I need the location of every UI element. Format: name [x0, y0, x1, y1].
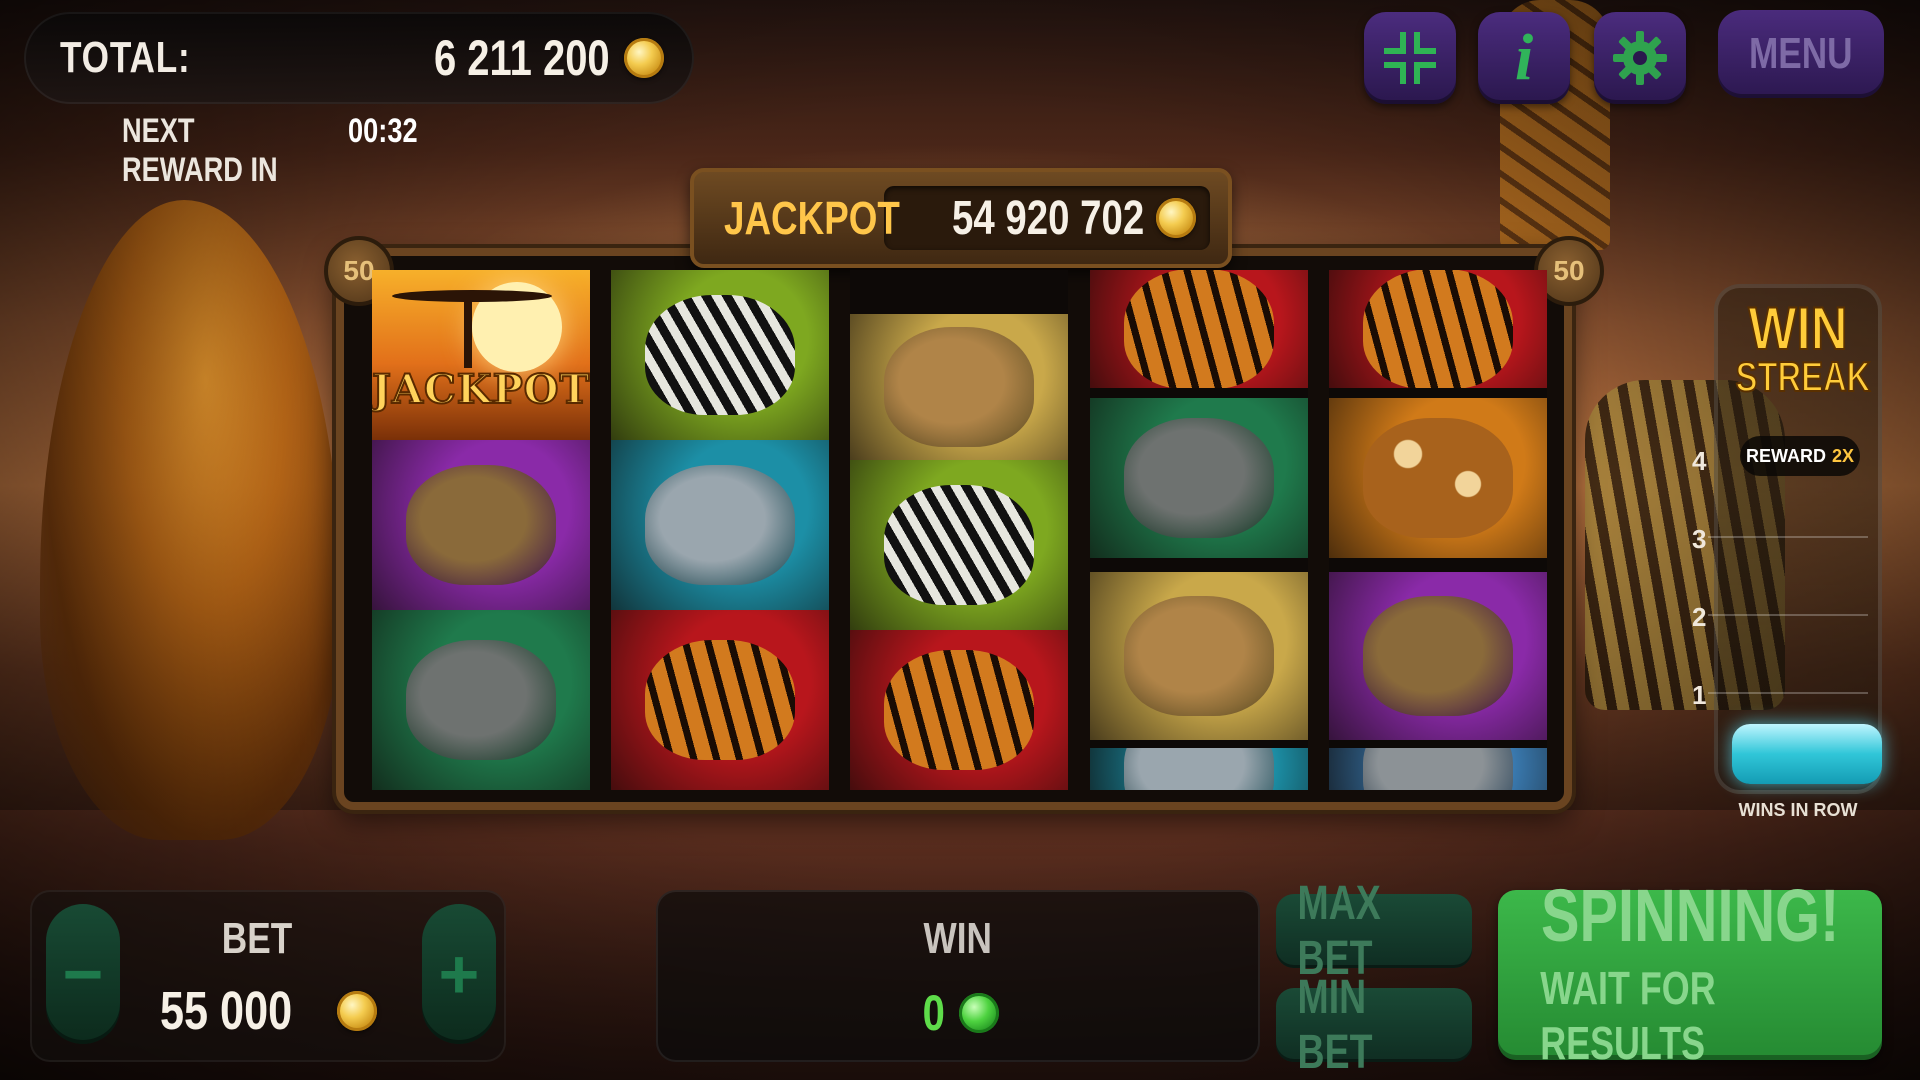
jackpot-symbol-label: JACKPOT [372, 365, 590, 414]
info-button[interactable]: i [1478, 12, 1570, 104]
reel-2 [611, 270, 829, 790]
tiger-symbol [1329, 270, 1547, 388]
win-streak-title-line1: WIN [1748, 295, 1849, 362]
streak-gridline [1708, 692, 1868, 694]
win-streak-title: WIN STREAK [1718, 295, 1878, 400]
reel-4 [1090, 270, 1308, 790]
giraffe-portrait [1363, 418, 1513, 538]
elephant-portrait [1124, 418, 1274, 538]
win-label: WIN [923, 914, 993, 963]
win-streak-meter [1732, 724, 1882, 784]
streak-tick-4: 4 [1692, 446, 1707, 476]
total-value-group: 6 211 200 [390, 29, 664, 87]
next-reward-time: 00:32 [348, 112, 418, 150]
bet-value: 55 000 [160, 981, 293, 1041]
camel-symbol [1090, 572, 1308, 740]
reward-label: REWARD [1745, 445, 1826, 466]
jackpot-label: JACKPOT [724, 192, 900, 244]
spin-button[interactable]: SPINNING! WAIT FOR RESULTS [1498, 878, 1882, 1069]
bet-label: BET [221, 914, 293, 963]
menu-button[interactable]: MENU [1718, 10, 1884, 98]
reel-1: JACKPOT [372, 270, 590, 790]
streak-tick-1: 1 [1692, 680, 1707, 710]
zebra-portrait [645, 295, 795, 415]
streak-gridline [1708, 614, 1868, 616]
zebra-symbol [850, 460, 1068, 630]
lion-portrait [1363, 596, 1513, 716]
min-bet-button[interactable]: MIN BET [1276, 971, 1472, 1079]
lion-symbol [372, 440, 590, 610]
collapse-icon [1384, 32, 1436, 84]
win-label-wrap: WIN [658, 914, 1258, 964]
reel-5 [1329, 270, 1547, 790]
reward-multiplier: 2X [1831, 445, 1855, 466]
jackpot-symbol: JACKPOT [372, 270, 590, 440]
elephant-portrait [406, 640, 556, 760]
tiger-portrait [645, 640, 795, 760]
info-icon: i [1514, 21, 1534, 94]
shark-portrait [1124, 748, 1274, 790]
total-balance-panel: TOTAL: 6 211 200 [24, 12, 694, 104]
streak-tick-3: 3 [1692, 524, 1707, 554]
tiger-symbol [1090, 270, 1308, 388]
increase-bet-button[interactable]: + [422, 904, 496, 1044]
spin-subtitle: WAIT FOR RESULTS [1540, 961, 1716, 1069]
total-value: 6 211 200 [434, 30, 610, 86]
gear-icon [1613, 31, 1667, 85]
win-panel: WIN 0 [656, 890, 1260, 1062]
green-chip-icon [958, 993, 999, 1033]
total-label: TOTAL: [60, 33, 191, 82]
fullscreen-toggle-button[interactable] [1364, 12, 1456, 104]
elephant-symbol [372, 610, 590, 790]
bet-panel: − BET 55 000 + [30, 890, 506, 1062]
gold-coin-icon [624, 38, 664, 78]
lion-symbol [1329, 572, 1547, 740]
tiger-symbol [611, 610, 829, 790]
min-bet-label: MIN BET [1297, 971, 1373, 1079]
acacia-tree [392, 290, 552, 302]
menu-label: MENU [1749, 29, 1853, 78]
lion-portrait [406, 465, 556, 585]
giraffe-symbol [1329, 398, 1547, 558]
background-lion [40, 200, 340, 840]
win-value-group: 0 [658, 984, 1258, 1042]
next-reward-timer: NEXT REWARD IN 00:32 [122, 112, 435, 190]
shark-portrait [645, 465, 795, 585]
shark-symbol [1090, 748, 1308, 790]
bet-value-group: 55 000 [160, 980, 378, 1042]
wins-in-row-label: WINS IN ROW [1738, 800, 1858, 820]
elephant-symbol [1090, 398, 1308, 558]
zebra-symbol [611, 270, 829, 440]
zebra-portrait [884, 485, 1034, 605]
tiger-portrait [884, 650, 1034, 770]
settings-button[interactable] [1594, 12, 1686, 104]
win-streak-title-line2: STREAK [1735, 353, 1871, 400]
reward-multiplier-badge: REWARD 2X [1740, 436, 1860, 476]
next-reward-label: NEXT REWARD IN [122, 112, 278, 189]
rhino-symbol [1329, 748, 1547, 790]
tiger-symbol [850, 630, 1068, 790]
jackpot-value: 54 920 702 [951, 191, 1144, 245]
gold-coin-icon [337, 991, 378, 1031]
tiger-portrait [1363, 270, 1513, 388]
shark-symbol [611, 440, 829, 610]
win-value: 0 [922, 985, 945, 1041]
streak-gridline [1708, 536, 1868, 538]
win-streak-panel: WIN STREAK REWARD 2X 4 3 2 1 [1692, 284, 1882, 794]
camel-symbol [850, 314, 1068, 460]
spin-title: SPINNING! [1540, 873, 1840, 957]
camel-portrait [1124, 596, 1274, 716]
gold-coin-icon [1156, 198, 1196, 238]
camel-portrait [884, 327, 1034, 447]
decrease-bet-button[interactable]: − [46, 904, 120, 1044]
rhino-portrait [1363, 748, 1513, 790]
jackpot-value-box: 54 920 702 [884, 186, 1210, 250]
streak-tick-2: 2 [1692, 602, 1707, 632]
tiger-portrait [1124, 270, 1274, 388]
acacia-trunk [464, 298, 472, 368]
reel-3 [850, 270, 1068, 790]
jackpot-bar: JACKPOT 54 920 702 [690, 168, 1232, 268]
max-bet-button[interactable]: MAX BET [1276, 877, 1472, 985]
